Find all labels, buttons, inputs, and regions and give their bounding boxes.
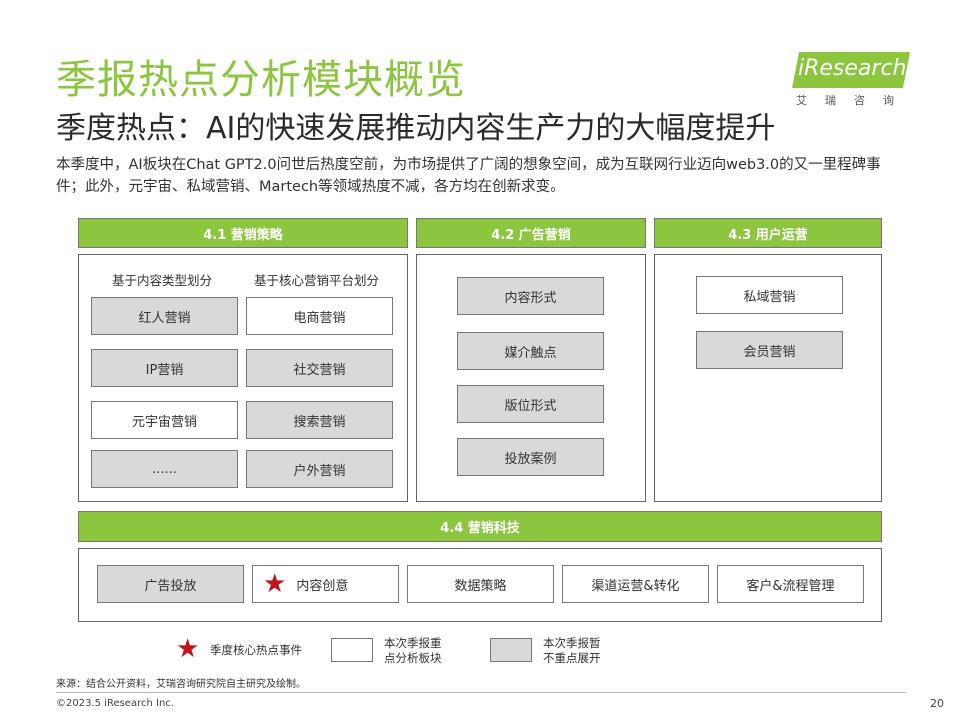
tech-item-content-creative: ★ 内容创意	[252, 565, 399, 603]
tech-item-ad-placement: 广告投放	[97, 565, 244, 603]
section-41-header: 4.1 营销策略	[78, 218, 408, 248]
legend-white-label-line1: 本次季报重	[384, 636, 442, 650]
logo-name: iResearch	[798, 56, 907, 81]
legend-gray-label-line1: 本次季报暂	[543, 636, 601, 650]
star-icon: ★	[263, 569, 287, 599]
tech-item-data-strategy: 数据策略	[407, 565, 554, 603]
legend-gray-swatch	[490, 638, 532, 662]
legend-white-label-line2: 点分析板块	[384, 651, 442, 665]
legend-gray-label-line2: 不重点展开	[543, 651, 601, 665]
logo-subtitle: 艾瑞咨询	[796, 94, 912, 107]
section-44-header: 4.4 营销科技	[78, 511, 882, 542]
section-41-col1-header: 基于内容类型划分	[112, 273, 213, 288]
source-note: 来源：结合公开资料，艾瑞咨询研究院自主研究及绘制。	[56, 679, 306, 690]
legend-gray-label: 本次季报暂 不重点展开	[543, 636, 601, 666]
tech-item-channel-conversion: 渠道运营&转化	[562, 565, 709, 603]
page-title: 季报热点分析模块概览	[56, 57, 466, 103]
ad-item-placement-form: 版位形式	[457, 385, 604, 423]
strategy-item-outdoor: 户外营销	[246, 450, 393, 488]
user-item-private-domain: 私域营销	[696, 276, 843, 314]
strategy-item-social: 社交营销	[246, 349, 393, 387]
copyright: ©2023.5 iResearch Inc.	[56, 698, 174, 709]
strategy-item-metaverse: 元宇宙营销	[91, 401, 238, 439]
section-43-header: 4.3 用户运营	[654, 218, 882, 248]
strategy-item-search: 搜索营销	[246, 401, 393, 439]
page-number: 20	[930, 697, 944, 710]
tech-item-content-creative-label: 内容创意	[296, 578, 349, 594]
footer-divider	[56, 692, 906, 693]
legend-star-icon: ★	[176, 634, 200, 664]
tech-item-customer-process: 客户&流程管理	[717, 565, 864, 603]
legend-star-label: 季度核心热点事件	[210, 643, 302, 657]
strategy-item-more: ......	[91, 450, 238, 488]
section-42-header: 4.2 广告营销	[416, 218, 646, 248]
iresearch-logo: iResearch 艾瑞咨询	[782, 50, 912, 110]
page-description: 本季度中，AI板块在Chat GPT2.0问世后热度空前，为市场提供了广阔的想象…	[56, 157, 881, 195]
section-41-col2-header: 基于核心营销平台划分	[254, 273, 380, 288]
ad-item-media-touchpoint: 媒介触点	[457, 332, 604, 370]
ad-item-cases: 投放案例	[457, 438, 604, 476]
legend-white-label: 本次季报重 点分析板块	[384, 636, 442, 666]
strategy-item-ecommerce: 电商营销	[246, 297, 393, 335]
legend-white-swatch	[331, 638, 373, 662]
strategy-item-ip: IP营销	[91, 349, 238, 387]
ad-item-content-form: 内容形式	[457, 277, 604, 315]
strategy-item-influencer: 红人营销	[91, 297, 238, 335]
page-subtitle: 季度热点：AI的快速发展推动内容生产力的大幅度提升	[56, 111, 776, 146]
user-item-membership: 会员营销	[696, 331, 843, 369]
